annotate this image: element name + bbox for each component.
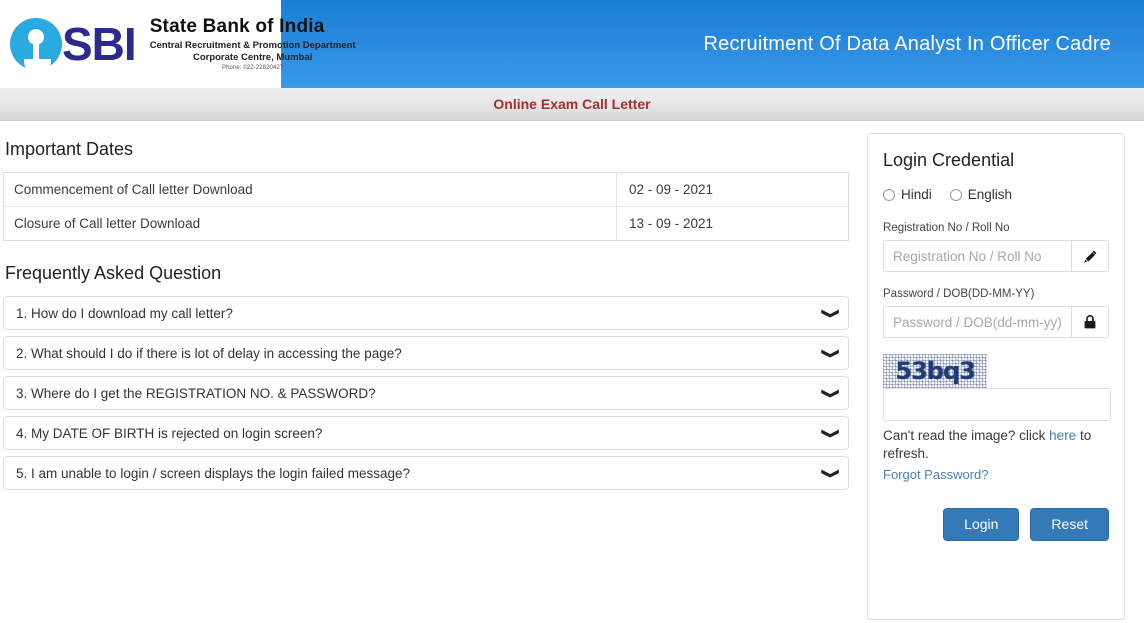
page-title: Recruitment Of Data Analyst In Officer C… <box>703 32 1111 55</box>
refresh-prefix: Can't read the image? click <box>883 428 1050 443</box>
faq-list: 1. How do I download my call letter? ❮ 2… <box>3 296 849 490</box>
password-input-group <box>883 306 1109 338</box>
radio-option-hindi[interactable]: Hindi <box>883 187 932 202</box>
important-dates-heading: Important Dates <box>5 139 134 159</box>
registration-input-group <box>883 240 1109 272</box>
captcha-input[interactable] <box>883 388 1111 421</box>
registration-input[interactable] <box>883 240 1071 272</box>
lock-icon[interactable] <box>1071 306 1109 338</box>
date-value: 13 - 09 - 2021 <box>629 216 714 231</box>
radio-label-english: English <box>967 187 1013 202</box>
bank-logo-block: SBI State Bank of India Central Recruitm… <box>0 0 356 88</box>
date-value: 02 - 09 - 2021 <box>616 172 849 207</box>
faq-item-5[interactable]: 5. I am unable to login / screen display… <box>3 456 849 490</box>
sbi-logo-icon <box>8 15 66 75</box>
table-row: Closure of Call letter Download 13 - 09 … <box>3 206 849 241</box>
faq-question: 4. My DATE OF BIRTH is rejected on login… <box>16 425 323 441</box>
radio-circle-english[interactable] <box>949 188 962 201</box>
faq-question: 1. How do I download my call letter? <box>16 305 233 321</box>
page-header: SBI State Bank of India Central Recruitm… <box>0 0 1144 88</box>
faq-item-2[interactable]: 2. What should I do if there is lot of d… <box>3 336 849 370</box>
login-button-row: Login Reset <box>883 508 1109 542</box>
faq-item-4[interactable]: 4. My DATE OF BIRTH is rejected on login… <box>3 416 849 450</box>
password-input[interactable] <box>883 306 1071 338</box>
left-column: Important Dates Commencement of Call let… <box>0 121 861 620</box>
date-label: Closure of Call letter Download <box>3 206 617 241</box>
page-body: Important Dates Commencement of Call let… <box>0 121 1144 620</box>
captcha-image: 53bq3 <box>883 354 987 388</box>
registration-field-label: Registration No / Roll No <box>883 222 1010 234</box>
captcha-refresh-text: Can't read the image? click here to refr… <box>883 427 1109 463</box>
faq-item-3[interactable]: 3. Where do I get the REGISTRATION NO. &… <box>3 376 849 410</box>
table-row: Commencement of Call letter Download 02 … <box>3 172 849 207</box>
chevron-down-icon[interactable]: ❮ <box>819 388 839 399</box>
important-dates-table: Commencement of Call letter Download 02 … <box>3 172 849 241</box>
faq-question: 2. What should I do if there is lot of d… <box>16 345 402 361</box>
captcha-section: 53bq3 Can't read the image? click here t… <box>883 354 1111 482</box>
login-panel: Login Credential Hindi English Registrat… <box>867 133 1125 620</box>
faq-heading: Frequently Asked Question <box>5 263 222 283</box>
password-field-label: Password / DOB(DD-MM-YY) <box>883 288 1035 300</box>
chevron-down-icon[interactable]: ❮ <box>819 348 839 359</box>
language-selector: Hindi English <box>883 187 1109 202</box>
radio-circle-hindi[interactable] <box>883 188 895 201</box>
subtitle-bar: Online Exam Call Letter <box>0 88 1144 121</box>
sbi-wordmark: SBI <box>62 18 137 70</box>
chevron-down-icon[interactable]: ❮ <box>819 308 839 319</box>
chevron-down-icon[interactable]: ❮ <box>819 468 839 479</box>
login-button[interactable]: Login <box>943 508 1020 542</box>
pencil-icon[interactable] <box>1071 240 1109 272</box>
radio-label-hindi: Hindi <box>901 187 932 202</box>
subtitle-text: Online Exam Call Letter <box>493 96 651 112</box>
login-heading: Login Credential <box>883 150 1015 170</box>
reset-button[interactable]: Reset <box>1030 508 1109 542</box>
faq-question: 5. I am unable to login / screen display… <box>16 465 410 481</box>
radio-option-english[interactable]: English <box>949 187 1013 202</box>
captcha-text: 53bq3 <box>895 357 975 385</box>
date-label: Commencement of Call letter Download <box>3 172 617 207</box>
faq-question: 3. Where do I get the REGISTRATION NO. &… <box>16 385 376 401</box>
chevron-down-icon[interactable]: ❮ <box>819 428 839 439</box>
right-column: Login Credential Hindi English Registrat… <box>861 121 1144 620</box>
refresh-captcha-link[interactable]: here <box>1049 428 1076 443</box>
forgot-password-link[interactable]: Forgot Password? <box>883 467 1109 482</box>
faq-item-1[interactable]: 1. How do I download my call letter? ❮ <box>3 296 849 330</box>
